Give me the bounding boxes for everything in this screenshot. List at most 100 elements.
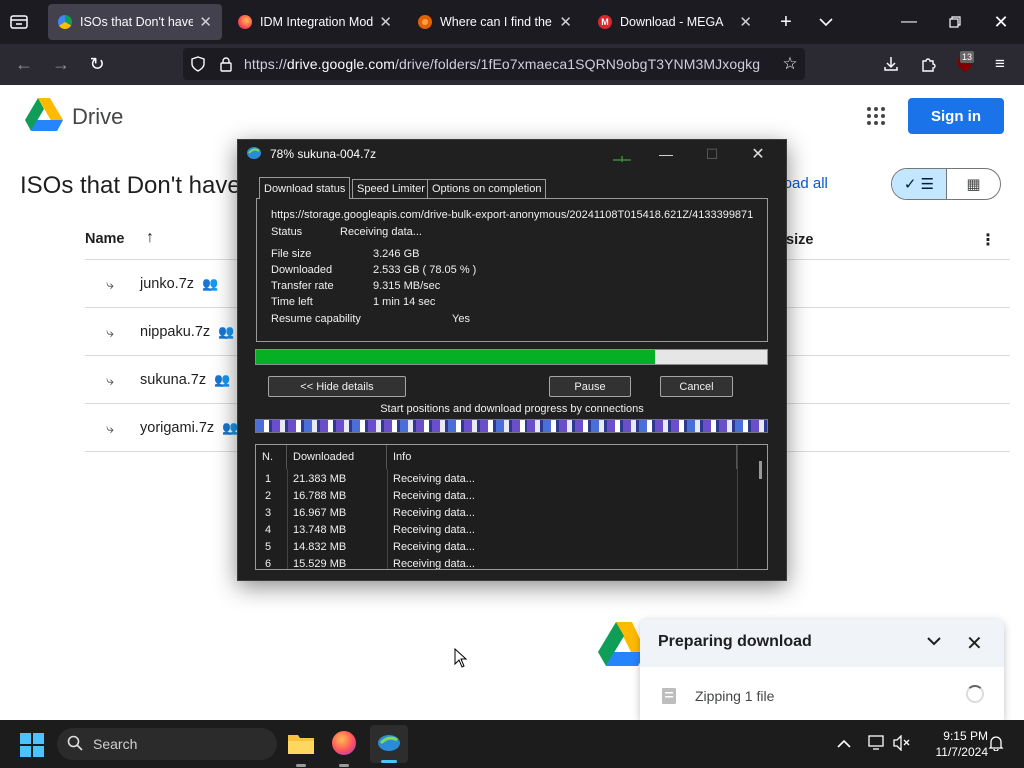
connection-segment [527, 420, 535, 432]
progress-fill [256, 350, 655, 364]
connection-downloaded: 16.967 MB [293, 507, 347, 519]
firefox-taskbar-icon[interactable] [332, 731, 356, 755]
connection-info: Receiving data... [393, 490, 475, 502]
google-drive-logo-icon[interactable] [25, 98, 63, 132]
tab-mozilla-support[interactable]: Where can I find the te ✕ [408, 4, 582, 40]
mozilla-community-icon [418, 15, 432, 29]
connection-segment [695, 420, 700, 432]
network-icon[interactable] [868, 735, 886, 751]
connections-progress-bar [255, 419, 768, 433]
lock-icon[interactable] [216, 55, 236, 73]
tab-idm-integration[interactable]: IDM Integration Modul ✕ [228, 4, 402, 40]
checkmark-icon: ✓ [903, 176, 917, 193]
tab-options-on-completion[interactable]: Options on completion [427, 179, 547, 198]
connection-segment [575, 420, 583, 432]
connection-segment [751, 420, 759, 432]
sign-in-button[interactable]: Sign in [908, 98, 1004, 134]
tab-download-status[interactable]: Download status [259, 177, 351, 199]
archive-file-icon: ⤷ [106, 371, 114, 388]
close-tab-icon[interactable]: ✕ [199, 13, 212, 31]
taskbar-clock[interactable]: 9:15 PM 11/7/2024 [918, 728, 989, 760]
show-hidden-icons-chevron-icon[interactable] [837, 736, 853, 750]
column-header-info[interactable]: Info [387, 445, 737, 469]
windows-start-icon[interactable] [20, 733, 44, 757]
column-header-size[interactable]: size [786, 232, 813, 248]
google-apps-grid-icon[interactable] [866, 106, 886, 126]
pause-button[interactable]: Pause [549, 376, 631, 397]
google-drive-watermark-icon [598, 622, 646, 676]
connection-segment [360, 420, 365, 432]
connection-segment [392, 420, 397, 432]
tab-drive[interactable]: ISOs that Don't haven't ✕ [48, 4, 222, 40]
connection-segment [567, 420, 572, 432]
column-header-downloaded[interactable]: Downloaded [287, 445, 387, 469]
list-view-button[interactable]: ✓ ☰ [892, 169, 946, 199]
column-header-n[interactable]: N. [256, 445, 287, 469]
speaker-muted-icon[interactable] [893, 734, 911, 752]
close-window-button[interactable]: ✕ [988, 10, 1014, 34]
connection-number: 3 [265, 507, 272, 519]
idm-maximize-button[interactable]: ☐ [689, 140, 735, 168]
connection-info: Receiving data... [393, 558, 475, 570]
close-tab-icon[interactable]: ✕ [379, 13, 392, 31]
file-name: sukuna.7z [140, 372, 207, 388]
extensions-puzzle-icon[interactable] [917, 54, 939, 74]
collapse-chevron-icon[interactable] [926, 633, 946, 653]
notification-title: Preparing download [658, 633, 812, 650]
connection-number: 4 [265, 524, 272, 536]
restore-window-button[interactable] [942, 10, 968, 34]
downloads-icon[interactable] [880, 54, 902, 74]
connection-segment [480, 420, 488, 432]
drive-logo-text[interactable]: Drive [72, 104, 123, 130]
close-tab-icon[interactable]: ✕ [559, 13, 572, 31]
connection-number: 6 [265, 558, 272, 570]
tab-mega[interactable]: M Download - MEGA ✕ [588, 4, 762, 40]
table-scrollbar[interactable] [737, 445, 767, 569]
status-value: Receiving data... [340, 226, 422, 238]
shield-icon[interactable] [188, 55, 208, 73]
new-tab-button[interactable]: + [774, 11, 798, 33]
idm-close-button[interactable]: ✕ [735, 140, 781, 168]
connections-label: Start positions and download progress by… [380, 403, 644, 415]
connection-number: 5 [265, 541, 272, 553]
file-size-value: 3.246 GB [373, 248, 420, 260]
tab-speed-limiter[interactable]: Speed Limiter [352, 179, 430, 198]
grid-view-button[interactable]: ▦ [945, 169, 1000, 199]
taskbar-search-box[interactable]: Search [57, 728, 277, 760]
minimize-window-button[interactable]: ― [896, 10, 922, 34]
idm-minimize-button[interactable]: ― [643, 140, 689, 168]
sort-arrow-up-icon[interactable]: ↑ [146, 229, 154, 247]
hide-details-button[interactable]: << Hide details [268, 376, 406, 397]
forward-arrow-icon[interactable]: → [49, 54, 73, 74]
column-header-name[interactable]: Name [85, 231, 125, 247]
file-explorer-icon[interactable] [288, 732, 314, 754]
close-tab-icon[interactable]: ✕ [739, 13, 752, 31]
connection-segment [448, 420, 456, 432]
close-notification-icon[interactable]: ✕ [966, 631, 986, 655]
idm-activity-icon [613, 153, 631, 162]
scrollbar-thumb[interactable] [759, 461, 762, 479]
tab-title: Where can I find the te [440, 15, 554, 29]
connection-segment [352, 420, 360, 432]
connection-downloaded: 16.788 MB [293, 490, 347, 502]
list-all-tabs-icon[interactable] [814, 12, 838, 32]
firefox-view-icon[interactable] [8, 12, 30, 32]
mega-icon: M [598, 15, 612, 29]
reload-icon[interactable]: ↻ [85, 54, 109, 74]
column-divider [387, 469, 388, 569]
hamburger-menu-icon[interactable]: ≡ [989, 54, 1011, 74]
idm-taskbar-button[interactable] [370, 725, 408, 763]
url-text[interactable]: https://drive.google.com/drive/folders/1… [244, 56, 760, 72]
extension-badge-count: 13 [960, 51, 975, 63]
more-options-icon[interactable]: ⋮ [980, 230, 996, 250]
bookmark-star-icon[interactable]: ☆ [779, 54, 801, 74]
cancel-button[interactable]: Cancel [660, 376, 733, 397]
connection-segment [408, 420, 413, 432]
mouse-pointer-icon [454, 647, 468, 668]
file-name: junko.7z [140, 276, 195, 292]
notification-bell-icon[interactable] [988, 735, 1004, 752]
connection-downloaded: 15.529 MB [293, 558, 347, 570]
back-arrow-icon[interactable]: ← [12, 54, 36, 74]
shared-people-icon: 👥 [214, 372, 231, 387]
url-domain: drive.google.com [286, 56, 396, 72]
